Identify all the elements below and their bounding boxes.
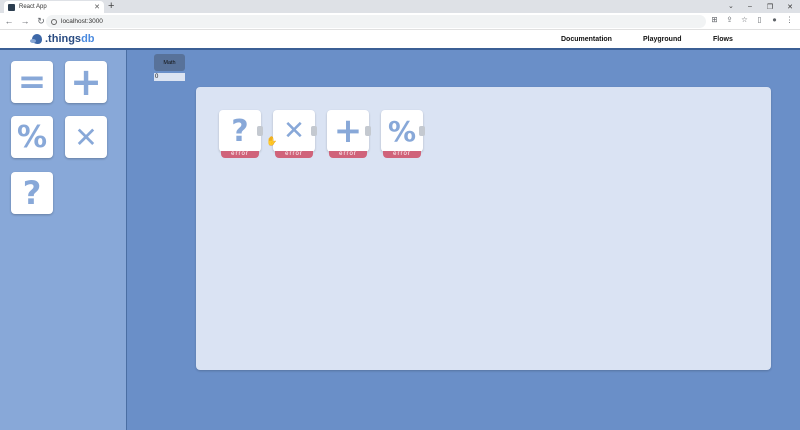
flow-canvas[interactable]: ? error ✕ error + error % error (196, 87, 771, 370)
new-tab-button[interactable]: + (108, 0, 114, 13)
react-favicon-icon (8, 3, 15, 11)
nav-flows[interactable]: Flows (713, 36, 733, 43)
thingsdb-logo-icon (30, 33, 44, 45)
output-port[interactable] (419, 126, 425, 136)
plus-icon: + (333, 111, 363, 151)
translate-icon[interactable]: ⊞ (710, 15, 719, 24)
forward-button[interactable]: → (18, 16, 32, 26)
question-icon: ? (22, 174, 42, 212)
share-icon[interactable]: ⇪ (725, 15, 734, 24)
back-button[interactable]: ← (2, 16, 16, 26)
browser-menu-icon[interactable]: ⋮ (785, 15, 794, 24)
close-window-button[interactable]: ✕ (780, 3, 800, 11)
canvas-percent-node[interactable]: % error (381, 110, 425, 158)
site-info-icon[interactable] (51, 18, 57, 25)
math-block-label: Math (163, 59, 176, 66)
palette-equals-block[interactable]: = (11, 61, 53, 103)
output-port[interactable] (257, 126, 263, 136)
hand-cursor-icon: ✋ (266, 137, 278, 147)
nav-playground[interactable]: Playground (643, 36, 682, 43)
browser-tab-strip: React App ✕ + ⌄ – ❐ ✕ (0, 0, 800, 13)
palette-question-block[interactable]: ? (11, 172, 53, 214)
error-badge: error (275, 151, 313, 158)
toolbar-icons: ⊞ ⇪ ☆ ▯ ● ⋮ (710, 15, 794, 24)
error-badge: error (383, 151, 421, 158)
tab-title: React App (19, 4, 47, 10)
output-port[interactable] (311, 126, 317, 136)
window-controls: – ❐ ✕ (740, 0, 800, 13)
percent-icon: % (387, 114, 417, 148)
block-palette-sidebar: = + % ✕ ? (0, 50, 127, 430)
equals-icon: = (17, 62, 47, 102)
side-panel-icon[interactable]: ▯ (755, 15, 764, 24)
math-value-input[interactable]: 0 (154, 73, 185, 81)
minimize-button[interactable]: – (740, 3, 760, 10)
palette-percent-block[interactable]: % (11, 116, 53, 158)
error-badge: error (221, 151, 259, 158)
address-bar[interactable]: localhost:3000 (46, 15, 706, 28)
output-port[interactable] (365, 126, 371, 136)
tab-close-icon[interactable]: ✕ (94, 3, 100, 11)
multiply-icon: ✕ (283, 116, 305, 146)
profile-icon[interactable]: ● (770, 15, 779, 24)
canvas-multiply-node[interactable]: ✕ error (273, 110, 317, 158)
logo-suffix: db (81, 33, 95, 45)
palette-plus-block[interactable]: + (65, 60, 107, 104)
question-icon: ? (231, 113, 249, 149)
browser-toolbar: ← → ↻ localhost:3000 ⊞ ⇪ ☆ ▯ ● ⋮ (0, 13, 800, 30)
app-header: .things db Documentation Playground Flows (0, 30, 800, 50)
plus-icon: + (70, 60, 102, 104)
logo-prefix: .things (45, 33, 82, 45)
browser-tab[interactable]: React App ✕ (4, 1, 104, 13)
percent-icon: % (16, 119, 48, 155)
canvas-question-node[interactable]: ? error (219, 110, 263, 158)
maximize-button[interactable]: ❐ (760, 3, 780, 11)
error-badge: error (329, 151, 367, 158)
url-text: localhost:3000 (61, 18, 103, 25)
bookmark-star-icon[interactable]: ☆ (740, 15, 749, 24)
canvas-plus-node[interactable]: + error (327, 110, 371, 158)
thingsdb-logo[interactable]: .things db (30, 33, 95, 45)
palette-multiply-block[interactable]: ✕ (65, 116, 107, 158)
math-block[interactable]: Math (154, 54, 185, 71)
multiply-icon: ✕ (74, 120, 98, 154)
tab-search-icon[interactable]: ⌄ (728, 2, 734, 10)
nav-documentation[interactable]: Documentation (561, 36, 612, 43)
